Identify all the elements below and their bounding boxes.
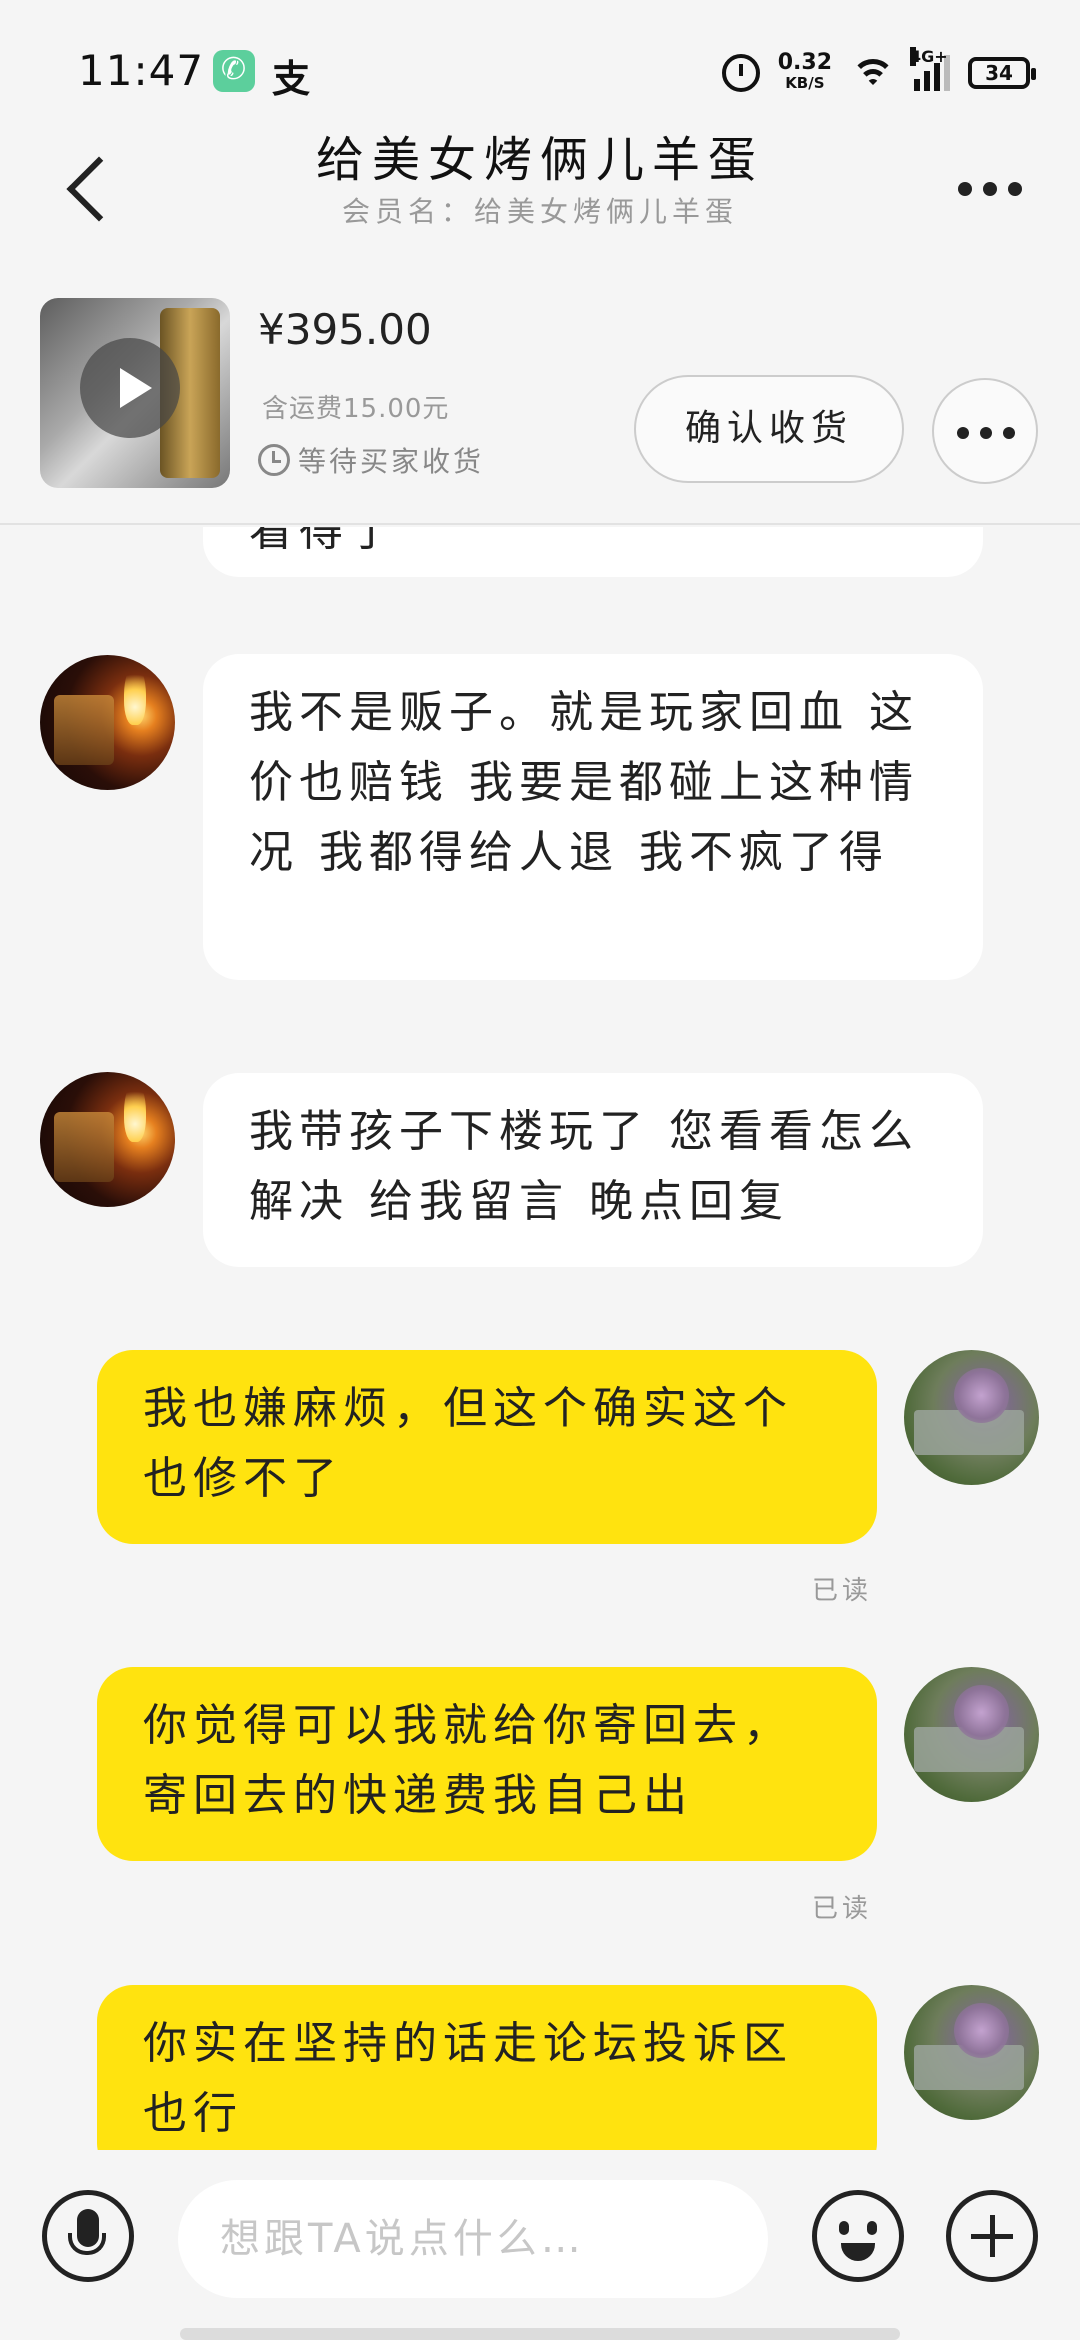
status-time: 11:47 — [78, 46, 205, 95]
confirm-receipt-button[interactable]: 确认收货 — [634, 375, 904, 483]
message-text: 你实在坚持的话走论坛投诉区也行 — [143, 2018, 793, 2139]
signal-icon: 4G+ — [910, 47, 950, 91]
message-bubble-outgoing[interactable]: 你实在坚持的话走论坛投诉区也行 — [97, 1985, 877, 2150]
order-status: 等待买家收货 — [258, 440, 484, 480]
message-bubble-outgoing[interactable]: 我也嫌麻烦，但这个确实这个也修不了 — [97, 1350, 877, 1544]
emoji-icon[interactable] — [812, 2190, 904, 2282]
wifi-icon — [850, 55, 896, 91]
order-status-text: 等待买家收货 — [298, 445, 485, 478]
read-receipt: 已读 — [812, 1894, 873, 1924]
contact-avatar[interactable] — [40, 1072, 175, 1207]
shipping-fee: 含运费15.00元 — [262, 394, 450, 424]
contact-avatar[interactable] — [40, 655, 175, 790]
message-bubble-incoming[interactable]: 我不是贩子。就是玩家回血 这价也赔钱 我要是都碰上这种情况 我都得给人退 我不疯… — [203, 654, 983, 980]
message-text: 我带孩子下楼玩了 您看看怎么解决 给我留言 晚点回复 — [249, 1106, 919, 1227]
message-bubble-incoming[interactable]: 看得了 — [203, 527, 983, 577]
my-avatar[interactable] — [904, 1350, 1039, 1485]
message-bubble-incoming[interactable]: 我带孩子下楼玩了 您看看怎么解决 给我留言 晚点回复 — [203, 1073, 983, 1267]
more-options-icon[interactable] — [950, 170, 1030, 210]
order-price: ¥395.00 — [258, 305, 432, 354]
battery-icon: 34 — [968, 57, 1036, 89]
status-bar: 11:47 支 0.32 KB/S 4G+ 34 — [0, 0, 1080, 140]
message-text: 你觉得可以我就给你寄回去，寄回去的快递费我自己出 — [143, 1700, 793, 1821]
chat-header: 给美女烤俩儿羊蛋 会员名：给美女烤俩儿羊蛋 — [0, 120, 1080, 260]
message-input[interactable]: 想跟TA说点什么… — [178, 2180, 768, 2298]
message-text: 我也嫌麻烦，但这个确实这个也修不了 — [143, 1383, 793, 1504]
product-thumbnail[interactable] — [40, 298, 230, 488]
order-more-icon[interactable] — [932, 378, 1038, 484]
net-speed-unit: KB/S — [785, 74, 825, 92]
order-card: ¥395.00 含运费15.00元 等待买家收货 确认收货 — [0, 270, 1080, 525]
input-bar: 想跟TA说点什么… — [0, 2160, 1080, 2340]
alipay-icon: 支 — [272, 57, 311, 101]
read-receipt: 已读 — [812, 1576, 873, 1606]
play-icon[interactable] — [80, 338, 180, 438]
plus-icon[interactable] — [946, 2190, 1038, 2282]
message-list[interactable]: 看得了 我不是贩子。就是玩家回血 这价也赔钱 我要是都碰上这种情况 我都得给人退… — [0, 527, 1080, 2150]
page-title: 给美女烤俩儿羊蛋 — [315, 132, 764, 188]
microphone-icon[interactable] — [42, 2190, 134, 2282]
network-type: 4G+ — [910, 47, 948, 66]
status-indicators: 0.32 KB/S 4G+ 34 — [721, 47, 1036, 98]
my-avatar[interactable] — [904, 1667, 1039, 1802]
gesture-bar[interactable] — [180, 2328, 900, 2340]
message-bubble-outgoing[interactable]: 你觉得可以我就给你寄回去，寄回去的快递费我自己出 — [97, 1667, 877, 1861]
message-text: 看得了 — [249, 527, 399, 556]
alarm-icon — [721, 54, 760, 92]
my-avatar[interactable] — [904, 1985, 1039, 2120]
message-text: 我不是贩子。就是玩家回血 这价也赔钱 我要是都碰上这种情况 我都得给人退 我不疯… — [249, 687, 919, 878]
member-name: 会员名：给美女烤俩儿羊蛋 — [341, 195, 738, 228]
net-speed-value: 0.32 — [777, 50, 832, 75]
net-speed: 0.32 KB/S — [777, 50, 832, 93]
phone-icon — [213, 50, 255, 92]
clock-icon — [258, 444, 290, 476]
